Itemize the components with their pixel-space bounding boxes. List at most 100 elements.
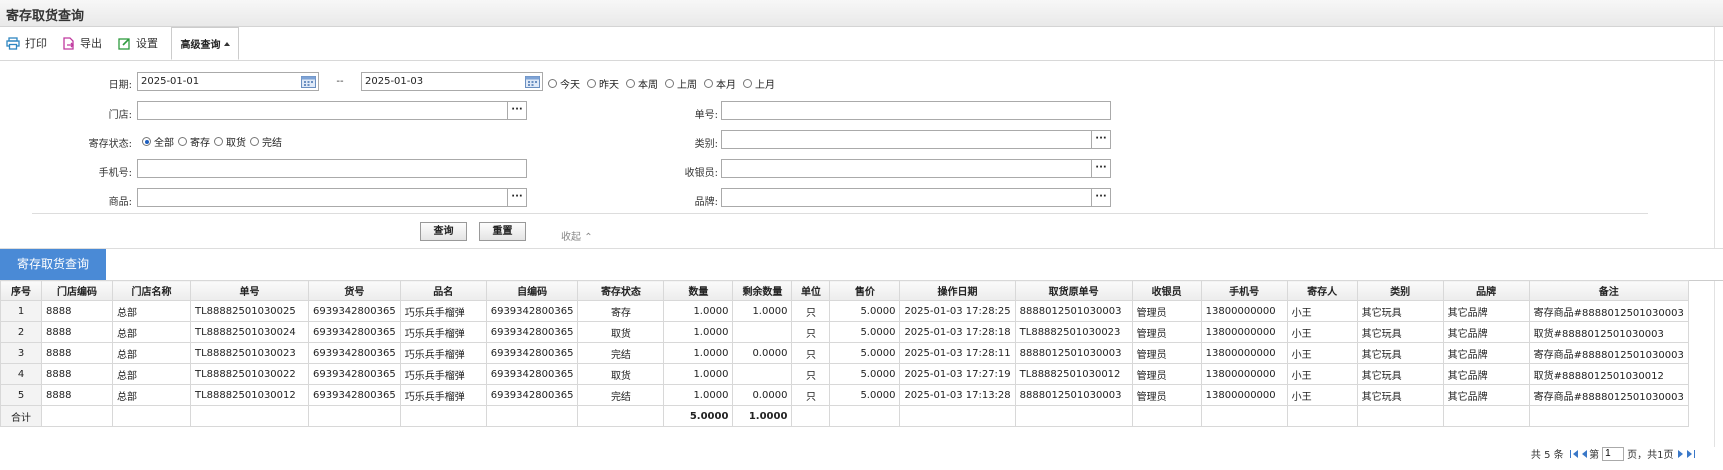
table-cell: 6939342800365 xyxy=(308,321,401,343)
column-header[interactable]: 取货原单号 xyxy=(1014,280,1133,301)
cashier-picker-button[interactable]: ··· xyxy=(1091,159,1111,178)
table-cell: 8888012501030003 xyxy=(1014,384,1133,406)
table-cell: TL88882501030022 xyxy=(190,363,309,385)
order-input[interactable] xyxy=(721,101,1111,120)
table-cell: 1.0000 xyxy=(663,342,734,364)
column-header[interactable]: 手机号 xyxy=(1200,280,1288,301)
column-header[interactable]: 数量 xyxy=(663,280,734,301)
column-header[interactable]: 品牌 xyxy=(1442,280,1530,301)
table-cell: 管理员 xyxy=(1131,384,1202,406)
table-cell: 2025-01-03 17:28:25 xyxy=(899,300,1016,322)
table-cell: 8888012501030003 xyxy=(1014,342,1133,364)
collapse-link[interactable]: 收起 ⌃ xyxy=(561,228,593,243)
table-cell: 其它品牌 xyxy=(1442,342,1530,364)
quick-date-today[interactable]: 今天 xyxy=(548,76,580,91)
first-page-button[interactable] xyxy=(1569,449,1581,458)
last-page-button[interactable] xyxy=(1685,449,1695,458)
table-cell: 巧乐兵手榴弹 xyxy=(399,300,487,322)
order-label: 单号: xyxy=(694,110,718,121)
quick-date-last-month[interactable]: 上月 xyxy=(743,76,775,91)
result-table: 序号 门店编码 门店名称 单号 货号 品名 自编码 寄存状态 数量 剩余数量 单位 售价 操作日期 取货原… xyxy=(0,280,1689,427)
quick-date-label: 今天 xyxy=(560,80,580,91)
product-input[interactable] xyxy=(137,188,508,207)
table-cell xyxy=(791,405,831,427)
column-header[interactable]: 剩余数量 xyxy=(732,280,793,301)
column-header[interactable]: 序号 xyxy=(0,280,42,301)
column-header[interactable]: 寄存状态 xyxy=(577,280,665,301)
store-picker-button[interactable]: ··· xyxy=(507,101,527,120)
settings-button[interactable]: 设置 xyxy=(118,33,158,53)
table-cell: 1.0000 xyxy=(663,384,734,406)
quick-date-this-week[interactable]: 本周 xyxy=(626,76,658,91)
query-button[interactable]: 查询 xyxy=(420,222,467,241)
next-page-button[interactable] xyxy=(1677,449,1683,458)
status-option-all[interactable]: 全部 xyxy=(142,134,174,149)
table-cell: 6939342800365 xyxy=(308,384,401,406)
column-header[interactable]: 类别 xyxy=(1356,280,1444,301)
column-header[interactable]: 品名 xyxy=(399,280,487,301)
radio-circle xyxy=(743,79,752,88)
cashier-input[interactable] xyxy=(721,159,1092,178)
table-row[interactable]: 5 8888 总部 TL88882501030012 6939342800365 巧乐兵手… xyxy=(0,384,1689,406)
table-cell: 1.0000 xyxy=(732,300,793,322)
table-cell: 13800000000 xyxy=(1200,384,1288,406)
collapse-label: 收起 xyxy=(561,232,581,243)
quick-date-label: 上周 xyxy=(677,80,697,91)
table-cell: 5.0000 xyxy=(829,342,901,364)
quick-date-this-month[interactable]: 本月 xyxy=(704,76,736,91)
table-row[interactable]: 1 8888 总部 TL88882501030025 6939342800365 巧乐兵手… xyxy=(0,300,1689,322)
category-picker-button[interactable]: ··· xyxy=(1091,130,1111,149)
status-option-done[interactable]: 完结 xyxy=(250,134,282,149)
status-option-deposit[interactable]: 寄存 xyxy=(178,134,210,149)
radio-circle xyxy=(214,137,223,146)
brand-input[interactable] xyxy=(721,188,1092,207)
export-button[interactable]: 导出 xyxy=(62,33,102,53)
form-divider xyxy=(32,213,1648,214)
calendar-icon[interactable] xyxy=(525,75,540,88)
reset-button[interactable]: 重置 xyxy=(479,222,526,241)
prev-page-button[interactable] xyxy=(1582,449,1588,458)
table-cell xyxy=(1528,405,1689,427)
table-cell: 6939342800365 xyxy=(308,363,401,385)
column-header[interactable]: 收银员 xyxy=(1131,280,1202,301)
status-label: 寄存状态: xyxy=(88,139,132,150)
date-from-input[interactable]: 2025-01-01 xyxy=(137,72,319,91)
table-cell: 完结 xyxy=(577,342,665,364)
table-row[interactable]: 4 8888 总部 TL88882501030022 6939342800365 巧乐兵手… xyxy=(0,363,1689,385)
column-header[interactable]: 货号 xyxy=(308,280,401,301)
brand-picker-button[interactable]: ··· xyxy=(1091,188,1111,207)
store-input[interactable] xyxy=(137,101,508,120)
column-header[interactable]: 单位 xyxy=(791,280,831,301)
date-range-separator: -- xyxy=(336,76,344,87)
page-number-input[interactable] xyxy=(1602,446,1625,461)
status-option-label: 寄存 xyxy=(190,138,210,149)
column-header[interactable]: 备注 xyxy=(1528,280,1689,301)
table-row[interactable]: 2 8888 总部 TL88882501030024 6939342800365 巧乐兵手… xyxy=(0,321,1689,343)
status-option-pickup[interactable]: 取货 xyxy=(214,134,246,149)
table-cell: 其它玩具 xyxy=(1356,384,1444,406)
column-header[interactable]: 寄存人 xyxy=(1286,280,1358,301)
column-header[interactable]: 自编码 xyxy=(485,280,579,301)
table-cell: 取货 xyxy=(577,363,665,385)
table-cell: 取货#8888012501030003 xyxy=(1528,321,1689,343)
quick-date-last-week[interactable]: 上周 xyxy=(665,76,697,91)
column-header[interactable]: 单号 xyxy=(190,280,309,301)
table-cell: 小王 xyxy=(1286,384,1358,406)
table-cell: 2025-01-03 17:27:19 xyxy=(899,363,1016,385)
product-picker-button[interactable]: ··· xyxy=(507,188,527,207)
quick-date-yesterday[interactable]: 昨天 xyxy=(587,76,619,91)
column-header[interactable]: 操作日期 xyxy=(899,280,1016,301)
advanced-query-tab[interactable]: 高级查询 xyxy=(171,27,239,60)
column-header[interactable]: 门店名称 xyxy=(112,280,191,301)
print-button[interactable]: 打印 xyxy=(6,33,47,53)
grid-title-tab[interactable]: 寄存取货查询 xyxy=(0,249,106,280)
column-header[interactable]: 售价 xyxy=(829,280,901,301)
category-input[interactable] xyxy=(721,130,1092,149)
table-cell: TL88882501030012 xyxy=(1014,363,1133,385)
first-page-icon xyxy=(1569,449,1572,458)
phone-input[interactable] xyxy=(137,159,527,178)
column-header[interactable]: 门店编码 xyxy=(41,280,113,301)
calendar-icon[interactable] xyxy=(301,75,316,88)
table-row[interactable]: 3 8888 总部 TL88882501030023 6939342800365 巧乐兵手… xyxy=(0,342,1689,364)
date-to-input[interactable]: 2025-01-03 xyxy=(361,72,543,91)
